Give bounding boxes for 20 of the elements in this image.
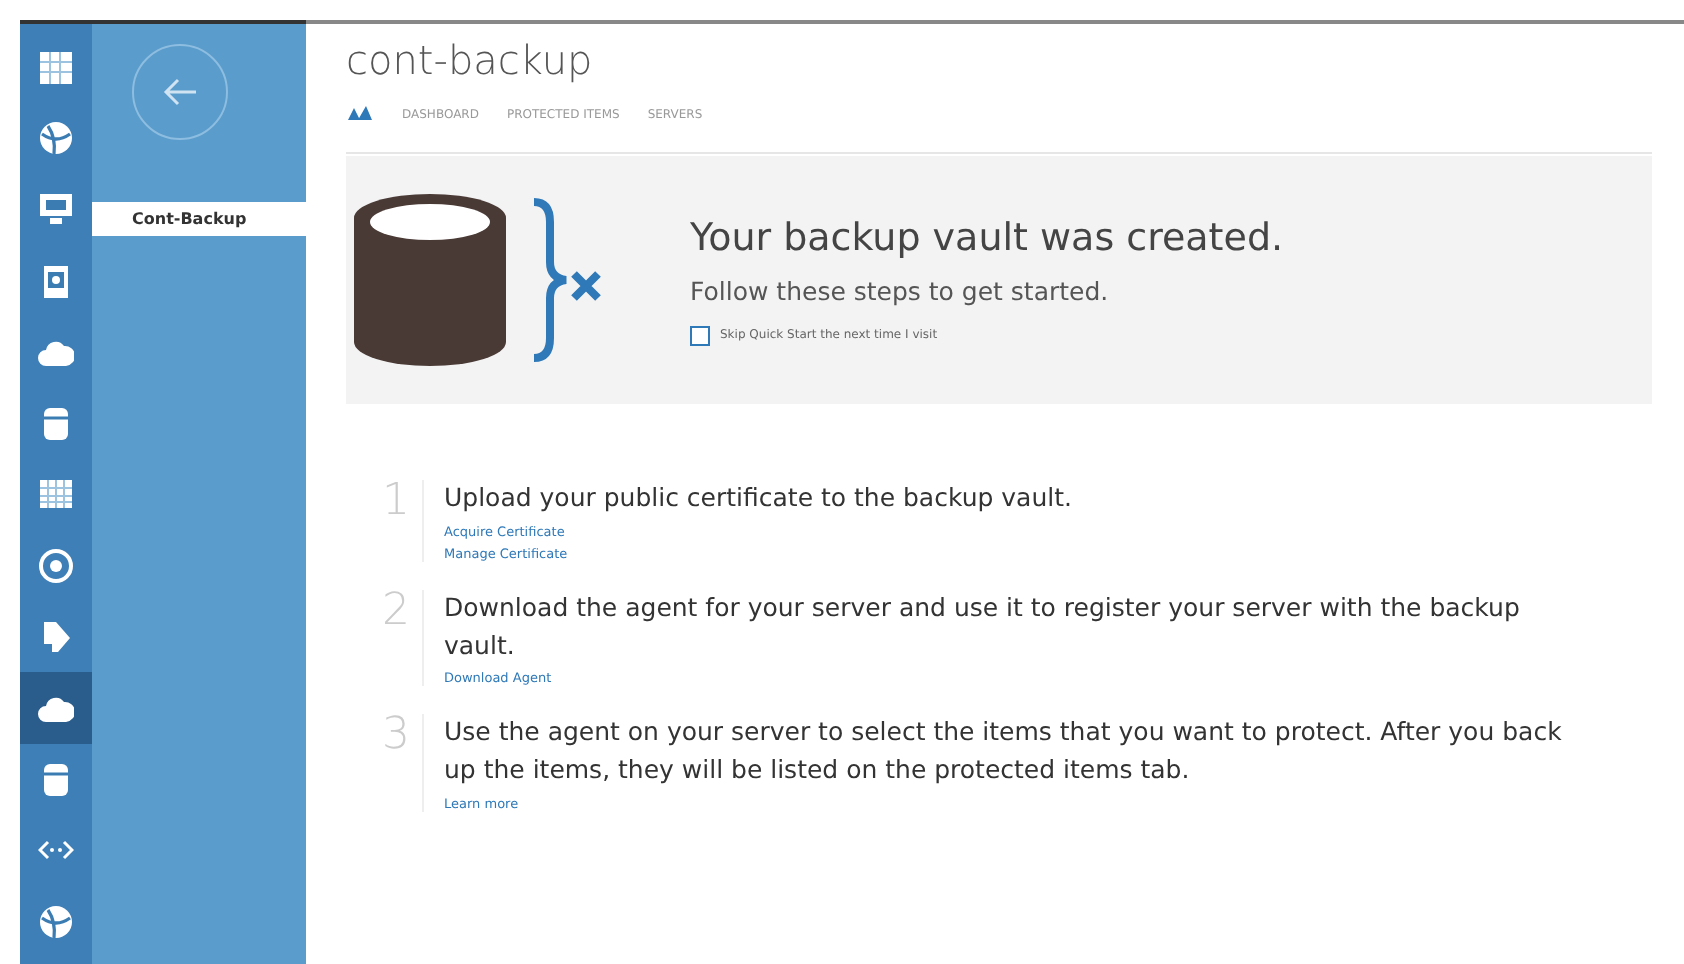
tablet-icon <box>38 263 74 300</box>
step-text: Use the agent on your server to select the items that you want to protect. After you back up the items, they will be listed on the protected items tab. <box>444 714 1564 788</box>
page-title: cont-backup <box>346 36 595 84</box>
step-text: Upload your public certificate to the backup vault. <box>444 480 1072 516</box>
grid-icon <box>38 49 74 86</box>
globe-icon <box>38 120 74 157</box>
target-icon <box>38 547 74 584</box>
sidebar-item[interactable]: Cont-Backup <box>92 202 306 236</box>
calendar-icon <box>38 476 74 513</box>
step-text: Download the agent for your server and use it to register your server with the backup vault. <box>444 589 1522 663</box>
quick-start-tab[interactable] <box>346 103 374 125</box>
globe-icon <box>38 903 74 940</box>
database-icon <box>38 405 74 442</box>
checkbox[interactable] <box>690 325 710 345</box>
clouds-icon <box>346 103 374 121</box>
nav-rail-item[interactable] <box>20 672 92 744</box>
monitor-icon <box>38 191 74 228</box>
back-arrow-icon <box>162 78 198 106</box>
banner-heading: Your backup vault was created. <box>690 215 1284 259</box>
banner-subheading: Follow these steps to get started. <box>690 275 1111 305</box>
